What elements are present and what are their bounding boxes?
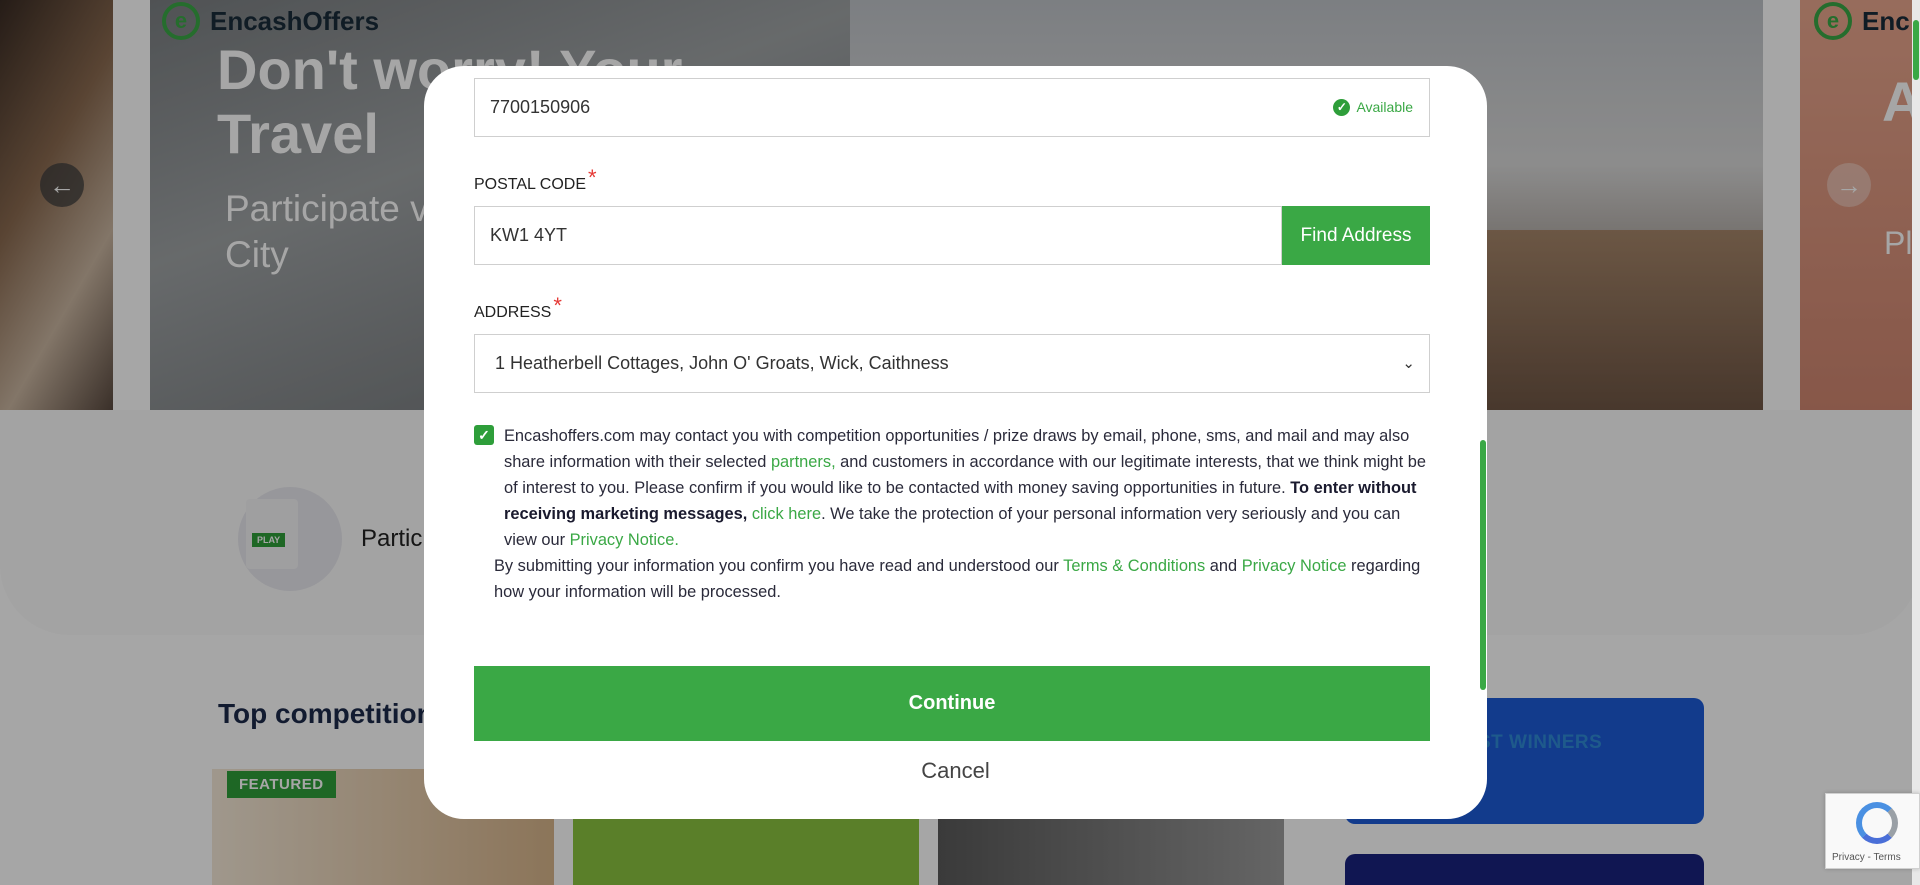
page-scrollbar-thumb[interactable] (1913, 20, 1919, 80)
postal-code-label: POSTAL CODE* (474, 165, 597, 195)
recaptcha-badge[interactable]: Privacy - Terms (1825, 793, 1920, 869)
check-circle-icon: ✓ (1333, 99, 1351, 116)
terms-text-and: and (1205, 557, 1242, 575)
chevron-down-icon: ⌄ (1402, 355, 1415, 372)
postal-code-input[interactable]: KW1 4YT (474, 206, 1282, 265)
terms-text-part1: By submitting your information you confi… (494, 557, 1064, 575)
address-select[interactable]: 1 Heatherbell Cottages, John O' Groats, … (474, 334, 1430, 393)
cancel-button[interactable]: Cancel (424, 758, 1487, 784)
consent-text: Encashoffers.com may contact you with co… (474, 423, 1434, 553)
terms-statement: By submitting your information you confi… (494, 553, 1434, 605)
privacy-notice-link-2[interactable]: Privacy Notice (1242, 557, 1347, 575)
phone-value: 7700150906 (490, 97, 591, 117)
modal-scrollbar[interactable] (1480, 440, 1486, 690)
recaptcha-links[interactable]: Privacy - Terms (1832, 852, 1901, 863)
registration-modal: 7700150906 ✓ Available POSTAL CODE* KW1 … (424, 66, 1487, 819)
required-mark: * (553, 293, 562, 318)
availability-text: Available (1356, 99, 1413, 115)
page-scrollbar[interactable] (1912, 0, 1920, 885)
address-label: ADDRESS* (474, 293, 562, 323)
privacy-notice-link[interactable]: Privacy Notice. (570, 531, 679, 549)
address-label-text: ADDRESS (474, 304, 552, 321)
partners-link[interactable]: partners, (771, 453, 836, 471)
address-selected-value: 1 Heatherbell Cottages, John O' Groats, … (495, 353, 949, 373)
availability-status: ✓ Available (1333, 79, 1413, 136)
required-mark: * (588, 165, 597, 190)
consent-checkbox[interactable]: ✓ (474, 425, 494, 445)
terms-conditions-link[interactable]: Terms & Conditions (1063, 557, 1205, 575)
phone-field[interactable]: 7700150906 ✓ Available (474, 78, 1430, 137)
postal-code-label-text: POSTAL CODE (474, 176, 587, 193)
postal-code-value: KW1 4YT (490, 225, 568, 245)
continue-button[interactable]: Continue (474, 666, 1430, 741)
click-here-link[interactable]: click here (752, 505, 821, 523)
find-address-button[interactable]: Find Address (1282, 206, 1430, 265)
marketing-consent: ✓ Encashoffers.com may contact you with … (474, 423, 1434, 553)
recaptcha-icon (1856, 802, 1898, 844)
